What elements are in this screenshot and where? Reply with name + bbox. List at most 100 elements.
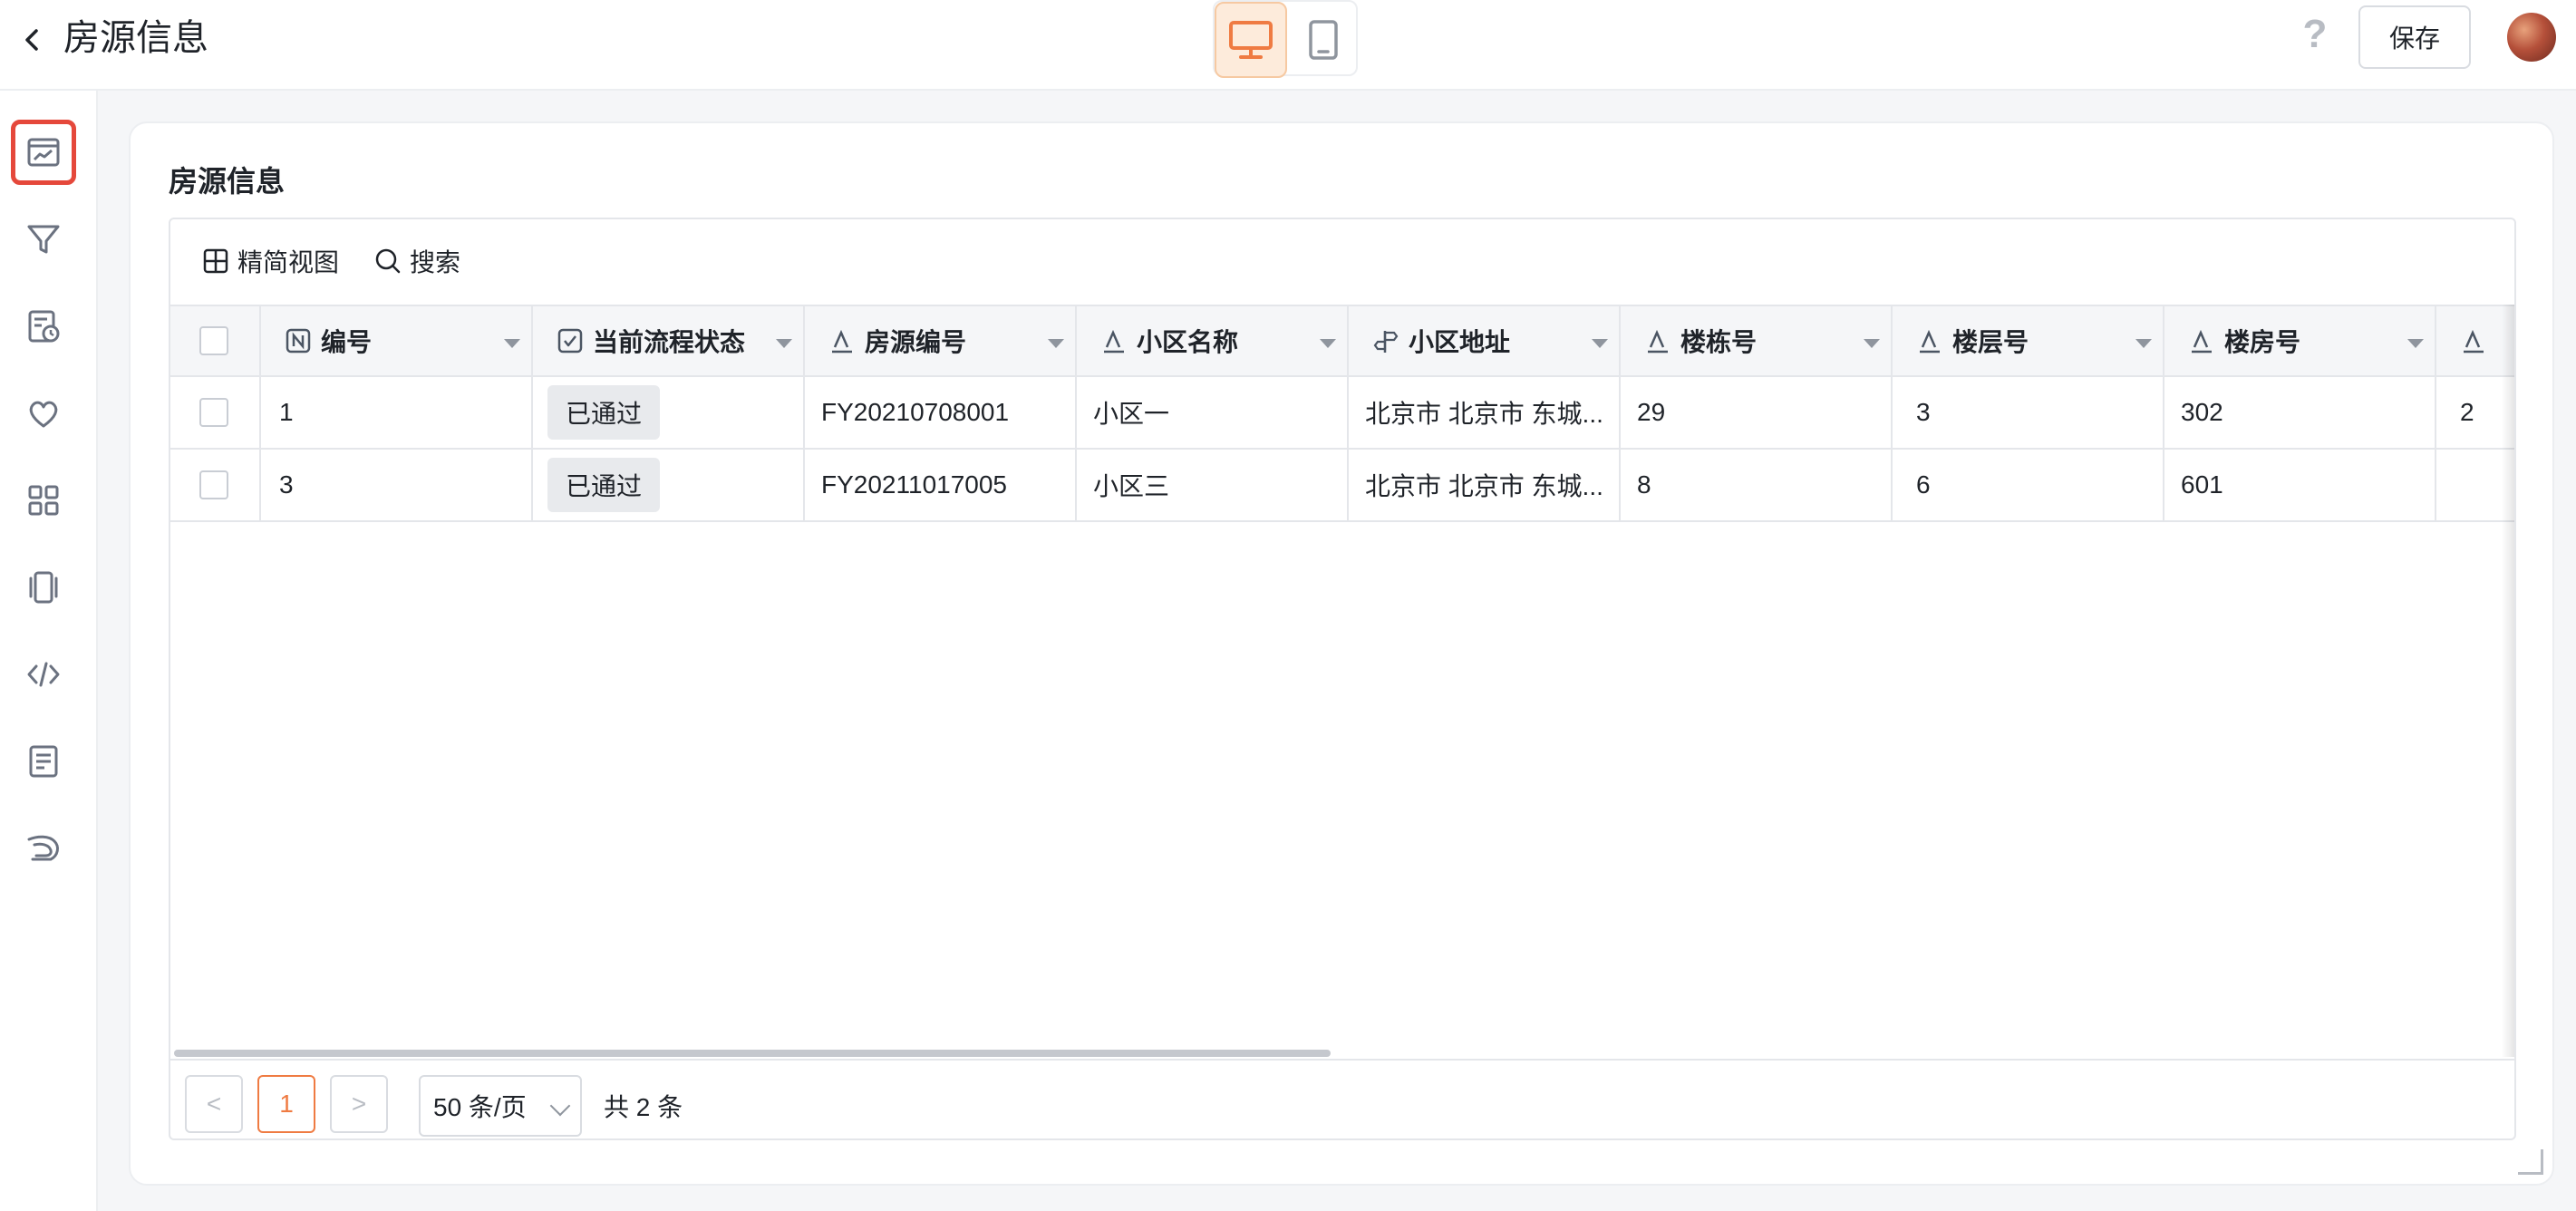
column-label: 小区名称: [1137, 328, 1239, 356]
column-header-id[interactable]: 编号: [261, 306, 533, 375]
cell-house-no[interactable]: FY20210708001: [805, 377, 1077, 448]
cell-room[interactable]: 601: [2164, 450, 2436, 520]
scroll-shadow: [2502, 305, 2514, 1057]
code-icon: [27, 662, 60, 687]
row-select-cell: [170, 377, 261, 448]
row-checkbox[interactable]: [199, 470, 228, 499]
column-header-address[interactable]: 小区地址: [1349, 306, 1621, 375]
cell-floor[interactable]: 3: [1893, 377, 2164, 448]
resize-handle-icon[interactable]: [2518, 1149, 2543, 1175]
cell-floor[interactable]: 6: [1893, 450, 2164, 520]
page-size-select[interactable]: 50 条/页: [419, 1075, 582, 1137]
sidebar-item-grid-apps[interactable]: [11, 468, 76, 533]
page-title: 房源信息: [63, 18, 208, 58]
sidebar-item-heart[interactable]: [11, 381, 76, 446]
column-menu-caret[interactable]: [2407, 339, 2424, 348]
cell-status[interactable]: 已通过: [533, 450, 805, 520]
text-field-icon: [2192, 329, 2212, 354]
table-row[interactable]: 1 已通过 FY20210708001 小区一 北京市 北京市 东城... 29…: [170, 377, 2514, 450]
sidebar-item-filter[interactable]: [11, 207, 76, 272]
sidebar: [0, 91, 98, 1211]
scrollbar-thumb[interactable]: [174, 1050, 1331, 1057]
cell-address[interactable]: 北京市 北京市 东城...: [1349, 377, 1621, 448]
heart-icon: [29, 401, 58, 428]
column-header-community[interactable]: 小区名称: [1077, 306, 1349, 375]
table-row[interactable]: 3 已通过 FY20211017005 小区三 北京市 北京市 东城... 8 …: [170, 450, 2514, 522]
cell-address[interactable]: 北京市 北京市 东城...: [1349, 450, 1621, 520]
devices-icon: [29, 571, 58, 604]
select-all-checkbox[interactable]: [199, 326, 228, 355]
column-header-status[interactable]: 当前流程状态: [533, 306, 805, 375]
column-header-building[interactable]: 楼栋号: [1621, 306, 1893, 375]
text-field-icon: [832, 329, 852, 354]
content-card: 房源信息 精简视图 搜索 编号 当前流程状态 房源编号 小区名称 小区地址 楼栋…: [129, 121, 2554, 1186]
desktop-view-button[interactable]: [1215, 2, 1287, 78]
status-badge: 已通过: [547, 458, 661, 512]
column-header-room[interactable]: 楼房号: [2164, 306, 2436, 375]
sidebar-item-code[interactable]: [11, 642, 76, 707]
column-header-house-no[interactable]: 房源编号: [805, 306, 1077, 375]
cell-id[interactable]: 3: [261, 450, 533, 520]
sidebar-item-report-clock[interactable]: [11, 294, 76, 359]
horizontal-scrollbar[interactable]: [170, 1048, 2514, 1059]
back-arrow-icon[interactable]: [13, 22, 49, 58]
column-label: 当前流程状态: [593, 328, 746, 356]
cell-room[interactable]: 302: [2164, 377, 2436, 448]
table-grid: 编号 当前流程状态 房源编号 小区名称 小区地址 楼栋号 楼层号 楼房号 1 已…: [170, 305, 2514, 522]
column-menu-caret[interactable]: [2135, 339, 2152, 348]
avatar[interactable]: [2507, 13, 2556, 62]
table-header: 编号 当前流程状态 房源编号 小区名称 小区地址 楼栋号 楼层号 楼房号: [170, 305, 2514, 377]
cell-building[interactable]: 8: [1621, 450, 1893, 520]
column-menu-caret[interactable]: [1320, 339, 1336, 348]
cell-building[interactable]: 29: [1621, 377, 1893, 448]
column-menu-caret[interactable]: [1592, 339, 1608, 348]
checkbox-field-icon: [557, 328, 583, 354]
number-field-icon: [286, 328, 311, 354]
document-icon: [29, 745, 58, 778]
column-label: 小区地址: [1409, 328, 1511, 356]
compact-view-button[interactable]: 精简视图: [201, 243, 339, 279]
column-menu-caret[interactable]: [504, 339, 520, 348]
table-toolbar: 精简视图 搜索: [170, 219, 2514, 305]
status-badge: 已通过: [547, 385, 661, 440]
grid-apps-icon: [28, 485, 59, 516]
prev-page-button[interactable]: <: [185, 1075, 243, 1133]
card-title: 房源信息: [169, 165, 286, 198]
tablet-view-button[interactable]: [1287, 2, 1360, 78]
search-button[interactable]: 搜索: [373, 243, 460, 279]
column-menu-caret[interactable]: [1864, 339, 1880, 348]
device-switcher: [1213, 0, 1360, 78]
column-label: 楼栋号: [1680, 328, 1758, 356]
sidebar-item-document[interactable]: [11, 729, 76, 794]
page-number-button[interactable]: 1: [257, 1075, 315, 1133]
cell-status[interactable]: 已通过: [533, 377, 805, 448]
cell-community[interactable]: 小区一: [1077, 377, 1349, 448]
sidebar-item-plugin[interactable]: [11, 816, 76, 881]
filter-icon: [27, 225, 60, 254]
save-button[interactable]: 保存: [2358, 5, 2471, 69]
next-page-button[interactable]: >: [330, 1075, 388, 1133]
table-grid-icon: [203, 248, 228, 274]
row-checkbox[interactable]: [199, 398, 228, 427]
chevron-down-icon: [549, 1095, 571, 1117]
text-field-icon: [1920, 329, 1940, 354]
help-icon[interactable]: ?: [2293, 12, 2337, 56]
cell-community[interactable]: 小区三: [1077, 450, 1349, 520]
cell-id[interactable]: 1: [261, 377, 533, 448]
text-field-icon: [1104, 329, 1124, 354]
column-header-floor[interactable]: 楼层号: [1893, 306, 2164, 375]
chart-panel-icon: [27, 138, 60, 167]
cell-house-no[interactable]: FY20211017005: [805, 450, 1077, 520]
sidebar-item-chart-panel[interactable]: [11, 120, 76, 185]
column-menu-caret[interactable]: [776, 339, 792, 348]
column-label: 编号: [321, 328, 373, 356]
column-menu-caret[interactable]: [1048, 339, 1064, 348]
compact-view-label: 精简视图: [237, 248, 340, 276]
address-field-icon: [1373, 331, 1399, 353]
sidebar-item-devices[interactable]: [11, 555, 76, 620]
search-label: 搜索: [410, 248, 461, 276]
column-label: 楼层号: [1952, 328, 2029, 356]
page-size-value: 50 条/页: [433, 1093, 527, 1121]
row-select-cell: [170, 450, 261, 520]
column-label: 房源编号: [865, 328, 967, 356]
